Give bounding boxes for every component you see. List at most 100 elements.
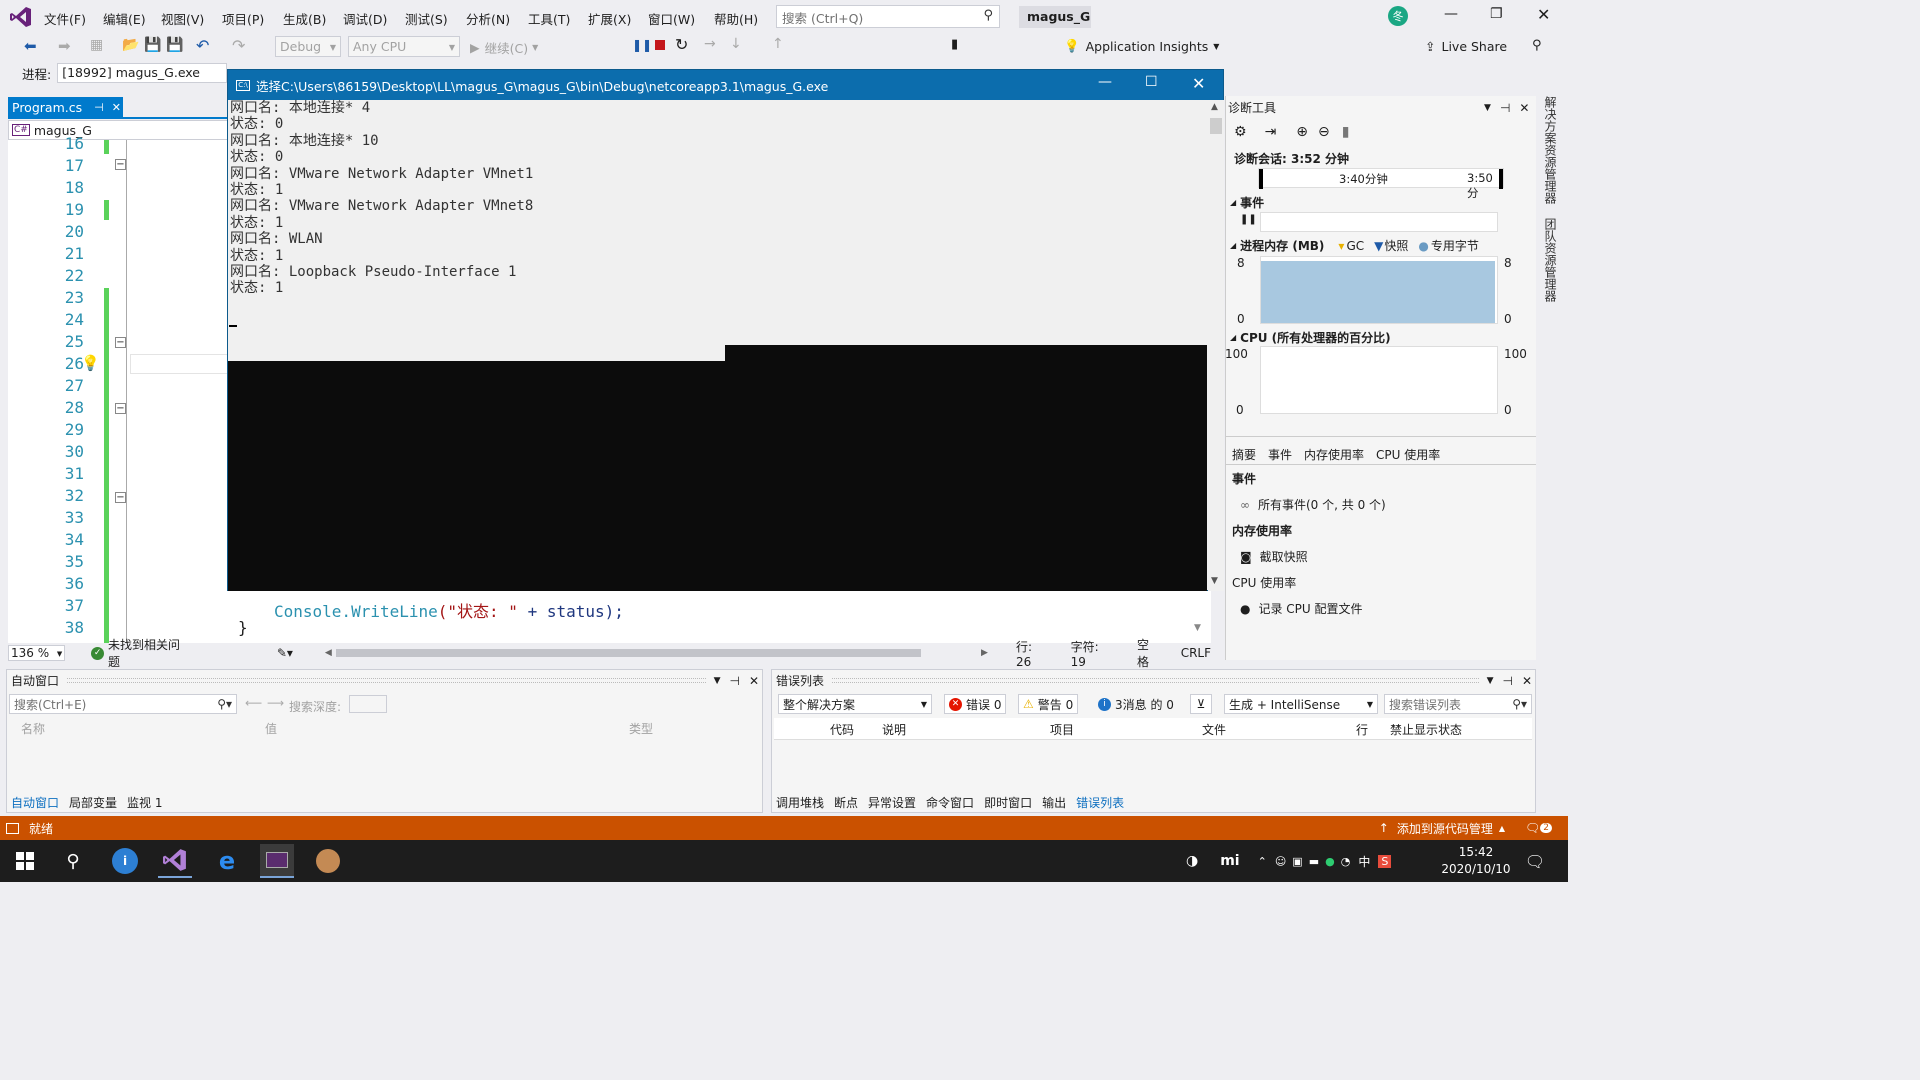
- save-all-icon[interactable]: 💾: [166, 37, 183, 53]
- process-select[interactable]: [18992] magus_G.exe: [57, 63, 228, 83]
- brush-icon[interactable]: ✎▾: [277, 646, 293, 660]
- restore-icon[interactable]: ❐: [1490, 6, 1503, 22]
- messages-filter-button[interactable]: i 3消息 的 0: [1094, 694, 1178, 714]
- h-scrollbar[interactable]: [335, 649, 922, 657]
- tab-output[interactable]: 输出: [1042, 794, 1066, 811]
- action-center-icon[interactable]: 🗨: [1518, 844, 1552, 878]
- edge-icon[interactable]: e: [210, 844, 244, 878]
- search-back-icon[interactable]: ⟵: [245, 696, 262, 710]
- diag-tab-summary[interactable]: 摘要: [1232, 446, 1256, 463]
- nav-dropdown-project[interactable]: C# magus_G: [8, 120, 228, 140]
- tab-watch[interactable]: 监视 1: [127, 794, 162, 811]
- col-line[interactable]: 行: [1356, 721, 1368, 738]
- close-icon[interactable]: ✕: [1537, 5, 1550, 24]
- source-control-button[interactable]: ↑ 添加到源代码管理 ▲: [1379, 820, 1505, 837]
- cpu-section[interactable]: ◢ CPU (所有处理器的百分比): [1230, 329, 1391, 346]
- tray-expand-icon[interactable]: ⌃: [1258, 855, 1267, 868]
- diag-tab-events[interactable]: 事件: [1268, 446, 1292, 463]
- menu-file[interactable]: 文件(F): [44, 9, 86, 28]
- app-insights-button[interactable]: 💡 Application Insights ▼: [1064, 38, 1219, 54]
- wechat-icon[interactable]: ●: [1325, 855, 1335, 868]
- take-snapshot-button[interactable]: ◙ 截取快照: [1240, 548, 1308, 565]
- mi-icon[interactable]: mi: [1220, 853, 1239, 869]
- console-maximize-icon[interactable]: ☐: [1145, 74, 1158, 90]
- menu-test[interactable]: 测试(S): [405, 9, 448, 28]
- stop-icon[interactable]: [655, 40, 665, 50]
- tab-close-icon[interactable]: ✕: [112, 101, 121, 114]
- diag-menu-icon[interactable]: ▼: [1484, 103, 1491, 113]
- tray-app-icon[interactable]: ◑: [1186, 853, 1198, 869]
- chart-icon[interactable]: ▮: [1342, 124, 1350, 140]
- game-app-icon[interactable]: [311, 844, 345, 878]
- console-scroll-up-icon[interactable]: ▲: [1211, 102, 1218, 112]
- wifi-icon[interactable]: ◔: [1341, 855, 1351, 868]
- tray-icon-3[interactable]: ▬: [1309, 855, 1319, 868]
- tray-icon-1[interactable]: ☺: [1275, 855, 1286, 868]
- collapse-icon[interactable]: −: [115, 337, 126, 348]
- step-over-icon[interactable]: →: [704, 36, 716, 52]
- settings-icon[interactable]: ⚙: [1234, 124, 1247, 140]
- console-minimize-icon[interactable]: —: [1098, 74, 1112, 90]
- tab-command-window[interactable]: 命令窗口: [926, 794, 974, 811]
- search-forward-icon[interactable]: ⟶: [267, 696, 284, 710]
- menu-edit[interactable]: 编辑(E): [103, 9, 146, 28]
- clock[interactable]: 15:42 2020/10/10: [1440, 845, 1512, 876]
- tray-s-icon[interactable]: S: [1378, 854, 1392, 868]
- step-out-icon[interactable]: ↑: [772, 36, 784, 52]
- diag-tab-memory[interactable]: 内存使用率: [1304, 446, 1364, 463]
- tab-exception-settings[interactable]: 异常设置: [868, 794, 916, 811]
- scope-select[interactable]: 整个解决方案 ▼: [778, 694, 932, 714]
- open-icon[interactable]: 📂: [122, 37, 139, 53]
- build-filter-select[interactable]: 生成 + IntelliSense ▼: [1224, 694, 1378, 714]
- autos-pin-icon[interactable]: ⊣: [729, 674, 739, 688]
- search-taskbar-icon[interactable]: ⚲: [56, 844, 90, 878]
- new-project-icon[interactable]: ▦: [90, 37, 103, 53]
- notifications-button[interactable]: 🗨 2: [1525, 821, 1552, 835]
- col-code[interactable]: 代码: [830, 721, 854, 738]
- minimize-icon[interactable]: —: [1444, 6, 1458, 22]
- team-explorer-tab[interactable]: 团队资源管理器: [1543, 218, 1559, 302]
- scroll-left-icon[interactable]: ◀: [325, 648, 332, 658]
- timeline-ruler[interactable]: 3:40分钟 3:50分: [1258, 168, 1504, 200]
- console-scroll-down-icon[interactable]: ▼: [1211, 576, 1218, 586]
- tab-breakpoints[interactable]: 断点: [834, 794, 858, 811]
- error-list-close-icon[interactable]: ✕: [1522, 674, 1532, 688]
- menu-build[interactable]: 生成(B): [283, 9, 326, 28]
- zoom-out-icon[interactable]: ⊖: [1318, 124, 1330, 140]
- tab-immediate-window[interactable]: 即时窗口: [984, 794, 1032, 811]
- console-title-bar[interactable]: C:\ 选择C:\Users\86159\Desktop\LL\magus_G\…: [228, 70, 1223, 100]
- collapse-icon[interactable]: −: [115, 159, 126, 170]
- collapse-icon[interactable]: −: [115, 492, 126, 503]
- redo-icon[interactable]: ↷: [232, 36, 245, 55]
- back-icon[interactable]: ⬅: [24, 37, 37, 55]
- live-share-button[interactable]: ⇪ Live Share: [1425, 39, 1507, 54]
- console-scroll-thumb[interactable]: [1210, 118, 1222, 134]
- console-window[interactable]: C:\ 选择C:\Users\86159\Desktop\LL\magus_G\…: [227, 69, 1224, 591]
- undo-icon[interactable]: ↶: [196, 36, 209, 55]
- zoom-select[interactable]: 136 % ▼: [8, 645, 66, 661]
- error-search-input[interactable]: 搜索错误列表 ⚲▾: [1384, 694, 1532, 714]
- pin-icon[interactable]: ⚲: [1532, 38, 1542, 53]
- all-events-link[interactable]: ∞ 所有事件(0 个, 共 0 个): [1240, 496, 1386, 513]
- tab-pin-icon[interactable]: ⊣: [94, 101, 104, 114]
- tab-error-list[interactable]: 错误列表: [1076, 794, 1124, 811]
- console-scrollbar[interactable]: ▲ ▼: [1208, 100, 1224, 591]
- diag-tab-cpu[interactable]: CPU 使用率: [1376, 446, 1440, 463]
- col-project[interactable]: 项目: [1050, 721, 1074, 738]
- menu-debug[interactable]: 调试(D): [343, 9, 387, 28]
- errors-filter-button[interactable]: ✕ 错误 0: [944, 694, 1007, 714]
- scroll-down-icon[interactable]: ▼: [1194, 623, 1201, 633]
- tab-program-cs[interactable]: Program.cs ⊣ ✕: [8, 97, 123, 117]
- error-list-pin-icon[interactable]: ⊣: [1502, 674, 1512, 688]
- zoom-in-icon[interactable]: ⊕: [1296, 124, 1308, 140]
- menu-tools[interactable]: 工具(T): [528, 9, 570, 28]
- menu-help[interactable]: 帮助(H): [714, 9, 758, 28]
- search-depth-select[interactable]: [349, 695, 387, 713]
- filter-icon[interactable]: ⊻: [1190, 694, 1212, 714]
- col-file[interactable]: 文件: [1202, 721, 1226, 738]
- pause-icon[interactable]: ❚❚: [632, 38, 652, 52]
- col-description[interactable]: 说明: [882, 721, 906, 738]
- warnings-filter-button[interactable]: ⚠ 警告 0: [1018, 694, 1079, 714]
- solution-explorer-tab[interactable]: 解决方案资源管理器: [1543, 96, 1559, 204]
- autos-search-input[interactable]: 搜索(Ctrl+E) ⚲▾: [9, 694, 237, 714]
